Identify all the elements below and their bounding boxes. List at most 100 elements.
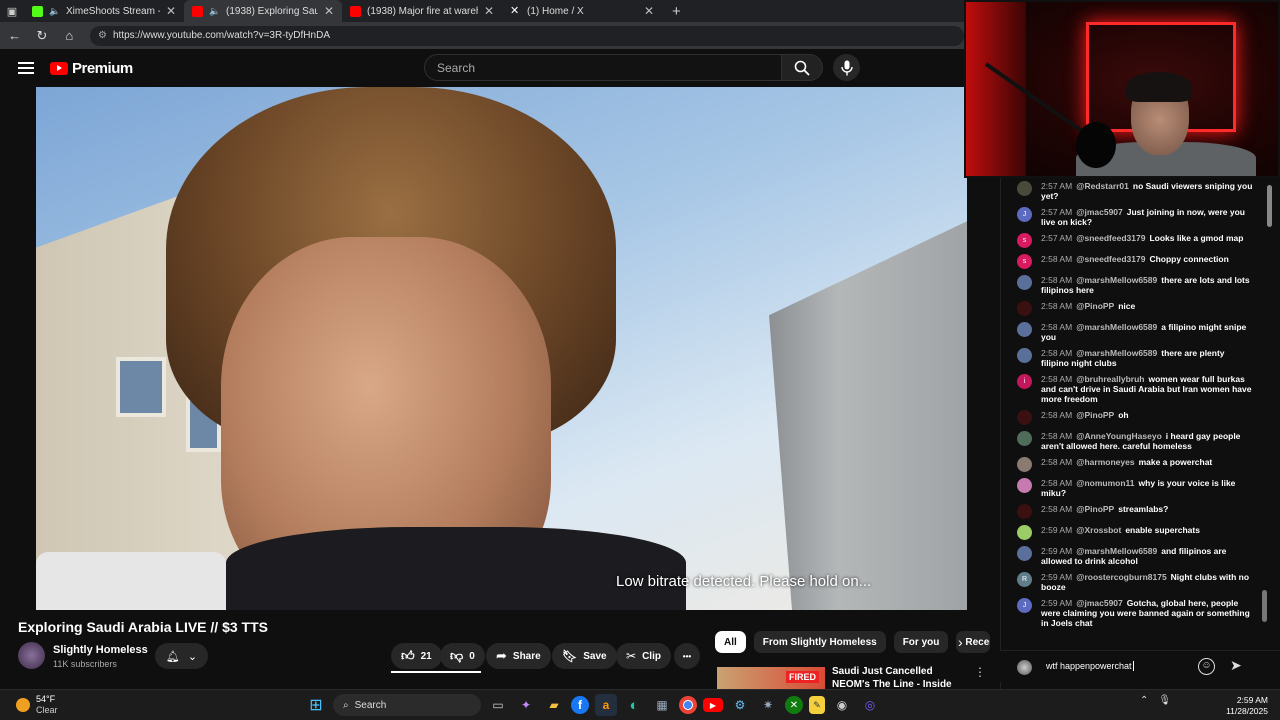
chat-author-name[interactable]: @Xrossbot xyxy=(1076,525,1121,535)
chat-message[interactable]: R 2:59 AM @roostercogburn8175 Night clubs w… xyxy=(1001,569,1263,595)
edge-icon[interactable]: ◐ xyxy=(623,694,645,716)
chat-author-name[interactable]: @marshMellow6589 xyxy=(1076,322,1157,332)
xbox-icon[interactable]: ✕ xyxy=(785,696,803,714)
chat-author-name[interactable]: @AnneYoungHaseyo xyxy=(1076,431,1162,441)
task-view-icon[interactable]: ▭ xyxy=(487,694,509,716)
chat-author-avatar[interactable] xyxy=(1017,431,1032,446)
taskbar-clock[interactable]: 2:59 AM 11/28/2025 xyxy=(1218,695,1268,717)
chat-message[interactable]: 2:57 AM @Redstarr01 no Saudi viewers snipi… xyxy=(1001,178,1263,204)
taskbar-search[interactable]: ⌕ Search xyxy=(333,694,481,716)
chat-author-name[interactable]: @marshMellow6589 xyxy=(1076,275,1157,285)
clip-button[interactable]: ✂ Clip xyxy=(616,643,671,669)
close-tab-icon[interactable]: ✕ xyxy=(166,4,176,18)
chat-author-avatar[interactable] xyxy=(1017,478,1032,493)
chat-author-name[interactable]: @harmoneyes xyxy=(1076,457,1134,467)
chip-all[interactable]: All xyxy=(715,631,746,653)
channel-name[interactable]: Slightly Homeless xyxy=(53,644,148,656)
site-info-icon[interactable]: ⚙ xyxy=(98,30,107,41)
app-icon[interactable]: ◎ xyxy=(859,694,881,716)
chat-author-name[interactable]: @jmac5907 xyxy=(1076,207,1123,217)
chat-message[interactable]: 2:58 AM @nomumon11 why is your voice is li… xyxy=(1001,475,1263,501)
chat-author-name[interactable]: @jmac5907 xyxy=(1076,598,1123,608)
search-input[interactable]: Search xyxy=(424,54,782,81)
address-bar[interactable]: ⚙ https://www.youtube.com/watch?v=3R-tyD… xyxy=(89,25,964,46)
chat-author-avatar[interactable]: J xyxy=(1017,207,1032,222)
chat-message[interactable]: J 2:57 AM @jmac5907 Just joining in now, we… xyxy=(1001,204,1263,230)
window-menu-icon[interactable]: ▣ xyxy=(0,0,24,22)
chat-author-name[interactable]: @roostercogburn8175 xyxy=(1076,572,1166,582)
chat-author-avatar[interactable] xyxy=(1017,457,1032,472)
chip-from-channel[interactable]: From Slightly Homeless xyxy=(753,631,886,653)
chat-message[interactable]: 2:58 AM @marshMellow6589 there are lots an… xyxy=(1001,272,1263,298)
chat-author-avatar[interactable] xyxy=(1017,410,1032,425)
chat-message[interactable]: 2:58 AM @marshMellow6589 there are plenty … xyxy=(1001,345,1263,371)
browser-tab[interactable]: ✕ (1) Home / X ✕ xyxy=(502,0,662,22)
windows-start-icon[interactable]: ⊞ xyxy=(305,694,327,716)
back-icon[interactable]: ← xyxy=(8,28,21,43)
save-button[interactable]: 🔖︎ Save xyxy=(552,643,617,669)
close-tab-icon[interactable]: ✕ xyxy=(484,4,494,18)
chat-author-name[interactable]: @marshMellow6589 xyxy=(1076,546,1157,556)
browser-tab[interactable]: 🔈 XimeShoots Stream - Watch ✕ xyxy=(24,0,184,22)
chrome-icon[interactable] xyxy=(679,696,697,714)
chat-message[interactable]: 2:58 AM @PinoPP oh xyxy=(1001,407,1263,428)
chat-author-avatar[interactable]: s xyxy=(1017,233,1032,248)
chat-author-avatar[interactable] xyxy=(1017,181,1032,196)
calculator-icon[interactable]: ▦ xyxy=(651,694,673,716)
chat-message[interactable]: s 2:58 AM @sneedfeed3179 Choppy connection xyxy=(1001,251,1263,272)
video-player[interactable]: Low bitrate detected. Please hold on... xyxy=(36,87,967,610)
chat-message[interactable]: 2:59 AM @marshMellow6589 and filipinos are… xyxy=(1001,543,1263,569)
chat-author-avatar[interactable] xyxy=(1017,275,1032,290)
chat-author-avatar[interactable]: s xyxy=(1017,254,1032,269)
chat-author-name[interactable]: @PinoPP xyxy=(1076,301,1114,311)
chat-author-name[interactable]: @nomumon11 xyxy=(1076,478,1134,488)
chat-message[interactable]: 2:58 AM @harmoneyes make a powerchat xyxy=(1001,454,1263,475)
emoji-icon[interactable]: ☺ xyxy=(1198,658,1215,675)
chat-message[interactable]: 2:59 AM @Xrossbot enable superchats xyxy=(1001,522,1263,543)
microphone-tray-icon[interactable]: 🎙︎ xyxy=(1158,695,1171,706)
more-vert-icon[interactable]: ⋮ xyxy=(974,665,986,679)
notification-bell-button[interactable]: 🔔︎ ⌄ xyxy=(155,643,208,669)
reload-icon[interactable]: ↻ xyxy=(35,28,48,44)
weather-widget[interactable]: 54°F Clear xyxy=(16,694,58,715)
close-tab-icon[interactable]: ✕ xyxy=(644,4,654,18)
chat-message[interactable]: 2:58 AM @PinoPP nice xyxy=(1001,298,1263,319)
chat-author-avatar[interactable] xyxy=(1017,301,1032,316)
channel-avatar[interactable] xyxy=(18,642,45,669)
chat-author-avatar[interactable] xyxy=(1017,322,1032,337)
chip-for-you[interactable]: For you xyxy=(893,631,949,653)
chat-author-avatar[interactable] xyxy=(1017,348,1032,363)
settings-icon[interactable]: ✷ xyxy=(757,694,779,716)
chat-message[interactable]: i 2:58 AM @bruhreallybruh women wear full b… xyxy=(1001,371,1263,407)
chat-author-avatar[interactable]: i xyxy=(1017,374,1032,389)
file-explorer-icon[interactable]: ▰ xyxy=(543,694,565,716)
browser-tab-active[interactable]: 🔈 (1938) Exploring Saudi Arab ✕ xyxy=(184,0,342,22)
facebook-icon[interactable]: f xyxy=(571,696,589,714)
recommended-video-thumbnail[interactable]: FIRED xyxy=(717,667,825,689)
amazon-icon[interactable]: a xyxy=(595,694,617,716)
chat-author-avatar[interactable] xyxy=(1017,504,1032,519)
share-button[interactable]: ➦ Share xyxy=(486,643,551,669)
browser-tab[interactable]: (1938) Major fire at warehouses ✕ xyxy=(342,0,502,22)
chat-author-avatar[interactable] xyxy=(1017,546,1032,561)
chevron-up-icon[interactable]: ⌃ xyxy=(1140,695,1148,706)
like-button[interactable]: 👍︎ 21 xyxy=(391,643,442,669)
chat-message-input[interactable]: wtf happenpowerchat xyxy=(1042,655,1202,677)
home-icon[interactable]: ⌂ xyxy=(63,28,76,43)
chat-message-list[interactable]: 2:57 AM @Redstarr01 no Saudi viewers snipi… xyxy=(1001,178,1263,648)
chevron-right-icon[interactable]: › xyxy=(958,634,963,650)
chat-author-name[interactable]: @marshMellow6589 xyxy=(1076,348,1157,358)
steam-icon[interactable]: ⚙ xyxy=(729,694,751,716)
close-tab-icon[interactable]: ✕ xyxy=(324,4,334,18)
chat-author-name[interactable]: @PinoPP xyxy=(1076,504,1114,514)
chat-message[interactable]: 2:58 AM @marshMellow6589 a filipino might … xyxy=(1001,319,1263,345)
recommended-video-title[interactable]: Saudi Just Cancelled NEOM's The Line - I… xyxy=(832,665,962,687)
send-icon[interactable]: ➤ xyxy=(1230,657,1242,674)
chat-author-avatar[interactable]: J xyxy=(1017,598,1032,613)
hamburger-menu-icon[interactable] xyxy=(18,62,34,74)
new-tab-icon[interactable]: + xyxy=(662,3,691,20)
chat-message[interactable]: J 2:59 AM @jmac5907 Gotcha, global here, pe… xyxy=(1001,595,1263,631)
chat-author-avatar[interactable]: R xyxy=(1017,572,1032,587)
youtube-app-icon[interactable]: ▶ xyxy=(703,698,723,712)
chat-message[interactable]: 2:58 AM @PinoPP streamlabs? xyxy=(1001,501,1263,522)
